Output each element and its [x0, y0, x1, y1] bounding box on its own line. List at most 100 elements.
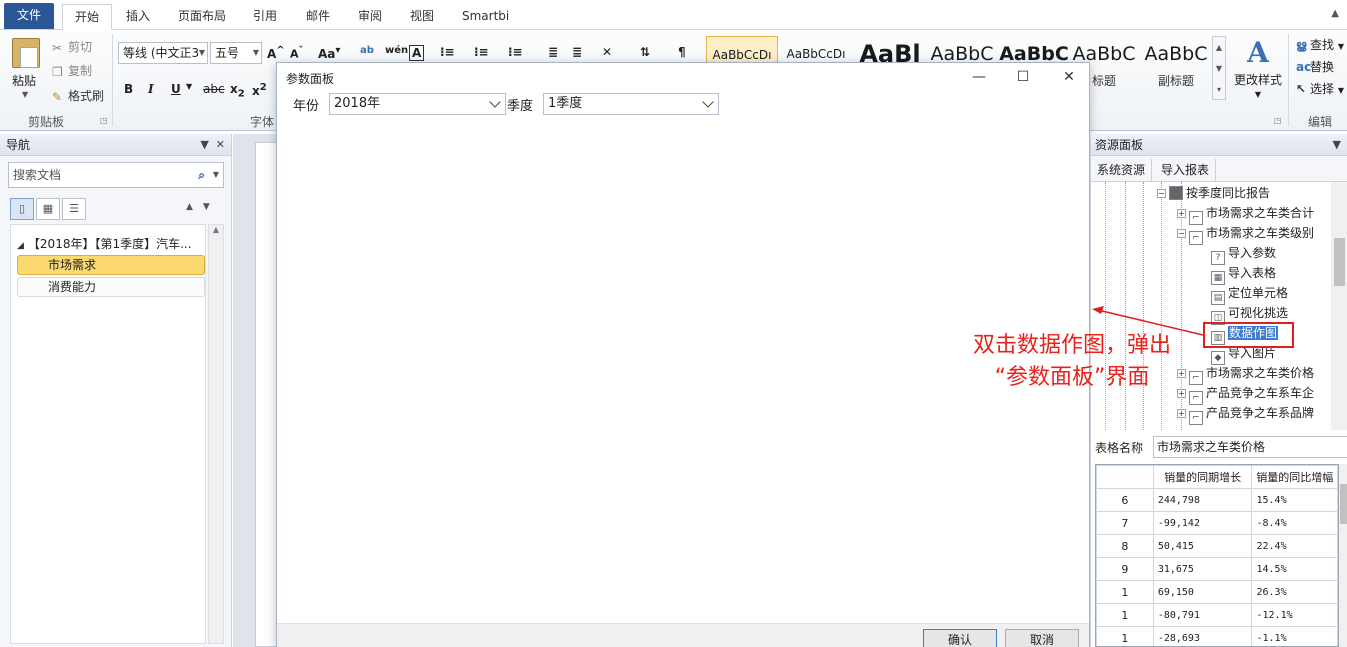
- cut-button[interactable]: ✂ 剪切: [52, 38, 92, 55]
- search-document-input[interactable]: 搜索文档 ⌕ ▼: [8, 162, 224, 188]
- tab-view[interactable]: 视图: [398, 4, 446, 30]
- paste-button[interactable]: 粘贴: [12, 72, 36, 89]
- bullets-icon[interactable]: ⁝≡: [440, 45, 455, 59]
- chevron-up-icon[interactable]: ▲: [186, 202, 203, 212]
- tab-review[interactable]: 审阅: [346, 4, 394, 30]
- year-select[interactable]: 2018年: [329, 93, 506, 115]
- nav-item-purchasing-power[interactable]: 消费能力: [17, 277, 205, 297]
- select-button[interactable]: ↖ 选择 ▼: [1296, 80, 1344, 97]
- paste-icon[interactable]: [12, 38, 40, 68]
- cancel-button[interactable]: 取消: [1005, 629, 1079, 647]
- headings-view-icon[interactable]: ▯: [10, 198, 34, 220]
- char-border-icon[interactable]: A: [409, 45, 425, 61]
- tab-mailings[interactable]: 邮件: [294, 4, 342, 30]
- close-icon[interactable]: ✕: [1059, 67, 1079, 87]
- pages-view-icon[interactable]: ▦: [36, 198, 60, 220]
- tree-node-vehicle-price[interactable]: + ⌐ 市场需求之车类价格: [1177, 364, 1314, 385]
- tab-insert[interactable]: 插入: [114, 4, 162, 30]
- cell-growth[interactable]: -99,142: [1152, 511, 1253, 535]
- minimize-icon[interactable]: —: [969, 67, 989, 87]
- paste-dropdown-icon[interactable]: ▼: [22, 90, 28, 99]
- clipboard-launcher-icon[interactable]: ◳: [100, 116, 108, 125]
- maximize-icon[interactable]: ☐: [1013, 67, 1033, 87]
- chevron-down-icon[interactable]: ▼: [200, 138, 208, 151]
- increase-indent-icon[interactable]: ≣: [572, 45, 582, 59]
- tree-node-quarterly-report[interactable]: − 按季度同比报告: [1157, 184, 1270, 202]
- change-case-icon[interactable]: Aa▾: [318, 45, 340, 61]
- nav-prev-next[interactable]: ▲▼: [186, 202, 220, 212]
- sort-icon[interactable]: ⇅: [640, 45, 650, 59]
- italic-icon[interactable]: I: [148, 82, 154, 96]
- table-name-field[interactable]: 市场需求之车类价格: [1153, 436, 1347, 458]
- tab-references[interactable]: 引用: [241, 4, 289, 30]
- close-icon[interactable]: ✕: [216, 138, 225, 151]
- styles-gallery-scroll[interactable]: ▲ ▼ ▾: [1212, 36, 1226, 100]
- phonetic-guide-icon[interactable]: wén: [385, 45, 408, 56]
- tree-node-locate-cell[interactable]: ▤ 定位单元格: [1211, 284, 1288, 305]
- tab-imported-reports[interactable]: 导入报表: [1155, 159, 1217, 181]
- chevron-down-icon[interactable]: ▼: [1213, 58, 1225, 79]
- tree-node-import-table[interactable]: ▦ 导入表格: [1211, 264, 1276, 285]
- tab-page-layout[interactable]: 页面布局: [166, 4, 238, 30]
- scroll-thumb[interactable]: [1340, 484, 1347, 524]
- subscript-icon[interactable]: x2: [230, 82, 245, 99]
- cell-growth[interactable]: 31,675: [1152, 557, 1253, 581]
- tree-node-vehicle-total[interactable]: + ⌐ 市场需求之车类合计: [1177, 204, 1314, 225]
- shrink-font-icon[interactable]: Aˇ: [290, 45, 303, 61]
- expand-icon[interactable]: +: [1177, 209, 1186, 218]
- show-marks-icon[interactable]: ¶: [678, 45, 686, 59]
- styles-launcher-icon[interactable]: ◳: [1274, 116, 1282, 125]
- chevron-down-icon[interactable]: ▼: [203, 202, 220, 212]
- tab-smartbi[interactable]: Smartbi: [450, 4, 521, 30]
- cell-rate[interactable]: 22.4%: [1251, 534, 1338, 558]
- cell-rate[interactable]: 26.3%: [1251, 580, 1338, 604]
- replace-button[interactable]: ac替换: [1296, 58, 1334, 75]
- chevron-down-icon[interactable]: ▼: [213, 163, 219, 187]
- tree-node-series-brand[interactable]: + ⌐ 产品竞争之车系品牌: [1177, 404, 1314, 425]
- tab-home[interactable]: 开始: [62, 4, 113, 30]
- tab-file[interactable]: 文件: [4, 3, 54, 29]
- chevron-up-icon[interactable]: ▲: [1213, 37, 1225, 58]
- format-painter-button[interactable]: ✎ 格式刷: [52, 87, 104, 104]
- nav-item-market-demand[interactable]: 市场需求: [17, 255, 205, 275]
- resource-tree-scrollbar[interactable]: [1331, 182, 1347, 430]
- tree-node-series-maker[interactable]: + ⌐ 产品竞争之车系车企: [1177, 384, 1314, 405]
- tree-node-import-params[interactable]: ? 导入参数: [1211, 244, 1276, 265]
- cell-rate[interactable]: -8.4%: [1251, 511, 1338, 535]
- font-name-combo[interactable]: 等线 (中文正3 ▼: [118, 42, 208, 64]
- grow-font-icon[interactable]: A^: [267, 45, 285, 61]
- results-view-icon[interactable]: ☰: [62, 198, 86, 220]
- find-button[interactable]: ൠ 查找 ▼: [1296, 36, 1344, 53]
- multilevel-list-icon[interactable]: ⁝≡: [508, 45, 523, 59]
- cell-rate[interactable]: 15.4%: [1251, 488, 1338, 512]
- bold-icon[interactable]: B: [124, 82, 133, 96]
- grid-scrollbar[interactable]: [1339, 464, 1347, 647]
- collapse-icon[interactable]: −: [1177, 229, 1186, 238]
- change-styles-button[interactable]: A 更改样式 ▼: [1232, 36, 1284, 99]
- numbering-icon[interactable]: ⁝≡: [474, 45, 489, 59]
- tree-node-visual-pick[interactable]: ◫ 可视化挑选: [1211, 304, 1288, 325]
- underline-dropdown-icon[interactable]: ▼: [186, 82, 192, 91]
- font-size-combo[interactable]: 五号 ▼: [210, 42, 262, 64]
- collapse-icon[interactable]: −: [1157, 189, 1166, 198]
- cell-rate[interactable]: -1.1%: [1251, 626, 1338, 646]
- underline-icon[interactable]: U: [171, 82, 181, 96]
- copy-button[interactable]: ❐ 复制: [52, 62, 92, 79]
- nav-root-heading[interactable]: ◢ 【2018年】【第1季度】汽车...: [17, 235, 192, 252]
- confirm-button[interactable]: 确认: [923, 629, 997, 647]
- decrease-indent-icon[interactable]: ≣: [548, 45, 558, 59]
- cell-growth[interactable]: 244,798: [1152, 488, 1253, 512]
- search-icon[interactable]: ⌕: [198, 163, 205, 187]
- style-subtitle[interactable]: AaBbC 副标题: [1140, 36, 1212, 98]
- collapse-icon[interactable]: ◢: [17, 241, 24, 251]
- ribbon-collapse-icon[interactable]: ▲: [1331, 8, 1339, 19]
- cell-growth[interactable]: 69,150: [1152, 580, 1253, 604]
- cell-rate[interactable]: 14.5%: [1251, 557, 1338, 581]
- tree-node-vehicle-class[interactable]: − ⌐ 市场需求之车类级别: [1177, 224, 1314, 245]
- tab-system-resources[interactable]: 系统资源: [1091, 159, 1153, 181]
- asian-layout-icon[interactable]: ✕: [602, 45, 612, 59]
- cell-growth[interactable]: 50,415: [1152, 534, 1253, 558]
- superscript-icon[interactable]: x2: [252, 82, 267, 98]
- quarter-select[interactable]: 1季度: [543, 93, 719, 115]
- chevron-down-icon[interactable]: ▼: [1333, 134, 1341, 156]
